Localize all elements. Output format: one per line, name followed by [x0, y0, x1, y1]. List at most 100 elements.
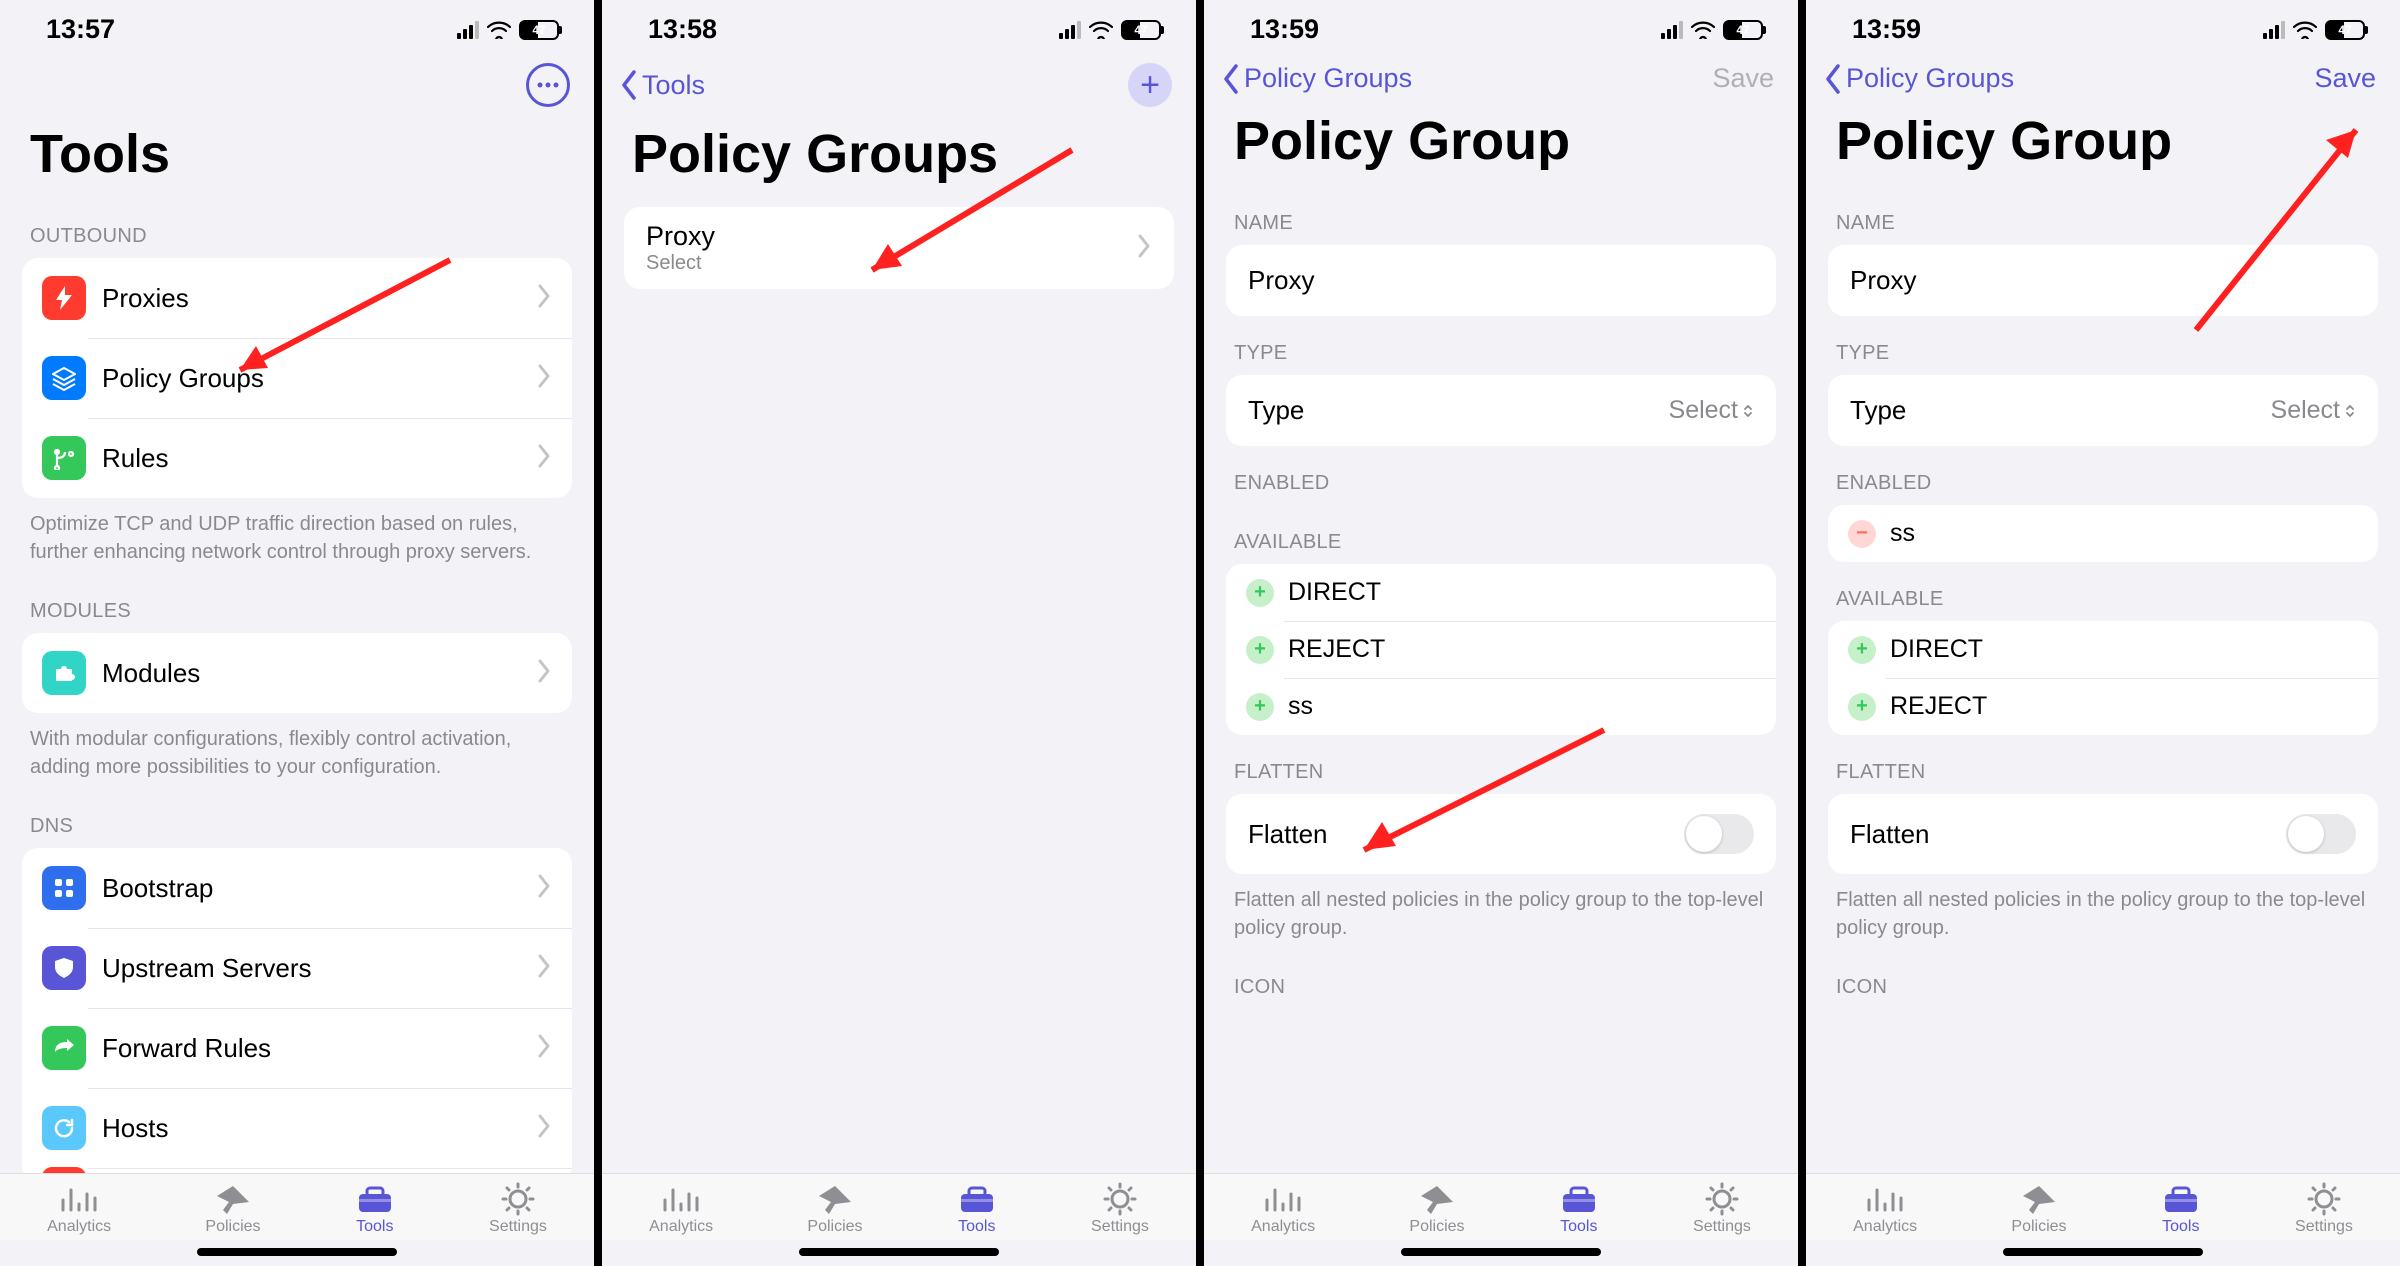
- save-button[interactable]: Save: [1712, 63, 1774, 94]
- available-item[interactable]: +DIRECT: [1226, 564, 1776, 621]
- tab-policies[interactable]: Policies: [2011, 1182, 2066, 1236]
- flatten-toggle-row: Flatten: [1226, 794, 1776, 874]
- available-item[interactable]: +REJECT: [1828, 678, 2378, 735]
- row-label: Hosts: [102, 1113, 522, 1144]
- content-scroll[interactable]: Proxy Select: [602, 199, 1196, 1173]
- tab-tools[interactable]: Tools: [957, 1182, 997, 1236]
- branch-icon: [42, 436, 86, 480]
- content-scroll[interactable]: OUTBOUND Proxies Policy Groups Rules Opt…: [0, 199, 594, 1173]
- tab-settings[interactable]: Settings: [2295, 1182, 2353, 1236]
- tab-policies[interactable]: Policies: [1409, 1182, 1464, 1236]
- enabled-item[interactable]: −ss: [1828, 505, 2378, 562]
- chevron-right-icon: [538, 874, 552, 903]
- name-input[interactable]: Proxy: [1226, 245, 1776, 316]
- available-list: +DIRECT +REJECT +ss: [1226, 564, 1776, 735]
- tab-settings[interactable]: Settings: [1091, 1182, 1149, 1236]
- content-scroll[interactable]: NAME Proxy TYPE Type Select ENABLED AVAI…: [1204, 186, 1798, 1173]
- tab-policies[interactable]: Policies: [205, 1182, 260, 1236]
- add-button[interactable]: +: [1128, 63, 1172, 107]
- tab-tools[interactable]: Tools: [355, 1182, 395, 1236]
- signal-icon: [1059, 21, 1081, 39]
- enabled-list: −ss: [1828, 505, 2378, 562]
- add-icon[interactable]: +: [1848, 636, 1876, 664]
- status-bar: 13:59 47: [1806, 0, 2400, 49]
- puzzle-icon: [42, 651, 86, 695]
- flatten-note: Flatten all nested policies in the polic…: [1806, 874, 2400, 950]
- row-policy-groups[interactable]: Policy Groups: [22, 338, 572, 418]
- row-hosts[interactable]: Hosts: [22, 1088, 572, 1168]
- wifi-icon: [1089, 21, 1113, 39]
- section-header-modules: MODULES: [0, 574, 594, 633]
- policy-group-item[interactable]: Proxy Select: [624, 207, 1174, 289]
- row-label: Bootstrap: [102, 873, 522, 904]
- flatten-note: Flatten all nested policies in the polic…: [1204, 874, 1798, 950]
- tab-tools[interactable]: Tools: [2161, 1182, 2201, 1236]
- label-enabled: ENABLED: [1204, 446, 1798, 505]
- more-button[interactable]: [526, 63, 570, 107]
- content-scroll[interactable]: NAME Proxy TYPE Type Select ENABLED −ss …: [1806, 186, 2400, 1173]
- page-title: Policy Group: [1204, 102, 1798, 186]
- chevron-right-icon: [538, 659, 552, 688]
- row-bootstrap[interactable]: Bootstrap: [22, 848, 572, 928]
- row-upstream[interactable]: Upstream Servers: [22, 928, 572, 1008]
- available-item[interactable]: +DIRECT: [1828, 621, 2378, 678]
- back-button[interactable]: Policy Groups: [1222, 63, 1412, 94]
- available-item[interactable]: +ss: [1226, 678, 1776, 735]
- status-time: 13:58: [648, 14, 717, 45]
- flatten-toggle[interactable]: [2286, 814, 2356, 854]
- remove-icon[interactable]: −: [1848, 520, 1876, 548]
- tab-bar: Analytics Policies Tools Settings: [1806, 1173, 2400, 1240]
- label-available: AVAILABLE: [1806, 562, 2400, 621]
- add-icon[interactable]: +: [1848, 693, 1876, 721]
- tab-bar: Analytics Policies Tools Settings: [602, 1173, 1196, 1240]
- wifi-icon: [487, 21, 511, 39]
- tab-analytics[interactable]: Analytics: [1251, 1182, 1315, 1236]
- row-proxies[interactable]: Proxies: [22, 258, 572, 338]
- home-indicator[interactable]: [1401, 1248, 1601, 1256]
- label-available: AVAILABLE: [1204, 505, 1798, 564]
- add-icon[interactable]: +: [1246, 693, 1274, 721]
- nav-bar: [0, 49, 594, 115]
- label-type: TYPE: [1806, 316, 2400, 375]
- available-list: +DIRECT +REJECT: [1828, 621, 2378, 735]
- label-name: NAME: [1806, 186, 2400, 245]
- name-input[interactable]: Proxy: [1828, 245, 2378, 316]
- cut-icon: [42, 1167, 86, 1173]
- home-indicator[interactable]: [197, 1248, 397, 1256]
- add-icon[interactable]: +: [1246, 636, 1274, 664]
- back-button[interactable]: Tools: [620, 70, 705, 101]
- row-label: Proxies: [102, 283, 522, 314]
- row-forward-rules[interactable]: Forward Rules: [22, 1008, 572, 1088]
- row-modules[interactable]: Modules: [22, 633, 572, 713]
- section-header-dns: DNS: [0, 789, 594, 848]
- refresh-icon: [42, 1106, 86, 1150]
- available-item[interactable]: +REJECT: [1226, 621, 1776, 678]
- flatten-toggle[interactable]: [1684, 814, 1754, 854]
- tab-policies[interactable]: Policies: [807, 1182, 862, 1236]
- home-indicator[interactable]: [799, 1248, 999, 1256]
- tab-analytics[interactable]: Analytics: [649, 1182, 713, 1236]
- bolt-icon: [42, 276, 86, 320]
- label-flatten: FLATTEN: [1204, 735, 1798, 794]
- chevron-right-icon: [538, 954, 552, 983]
- tab-settings[interactable]: Settings: [489, 1182, 547, 1236]
- add-icon[interactable]: +: [1246, 579, 1274, 607]
- type-select[interactable]: Type Select: [1828, 375, 2378, 446]
- save-button[interactable]: Save: [2314, 63, 2376, 94]
- type-select[interactable]: Type Select: [1226, 375, 1776, 446]
- layers-icon: [42, 356, 86, 400]
- back-button[interactable]: Policy Groups: [1824, 63, 2014, 94]
- chevron-right-icon: [538, 1034, 552, 1063]
- tab-analytics[interactable]: Analytics: [47, 1182, 111, 1236]
- status-time: 13:59: [1852, 14, 1921, 45]
- grid-icon: [42, 866, 86, 910]
- tab-analytics[interactable]: Analytics: [1853, 1182, 1917, 1236]
- signal-icon: [1661, 21, 1683, 39]
- tab-tools[interactable]: Tools: [1559, 1182, 1599, 1236]
- row-rules[interactable]: Rules: [22, 418, 572, 498]
- row-cut[interactable]: [22, 1168, 572, 1173]
- home-indicator[interactable]: [2003, 1248, 2203, 1256]
- chevron-right-icon: [538, 364, 552, 393]
- tab-settings[interactable]: Settings: [1693, 1182, 1751, 1236]
- forward-icon: [42, 1026, 86, 1070]
